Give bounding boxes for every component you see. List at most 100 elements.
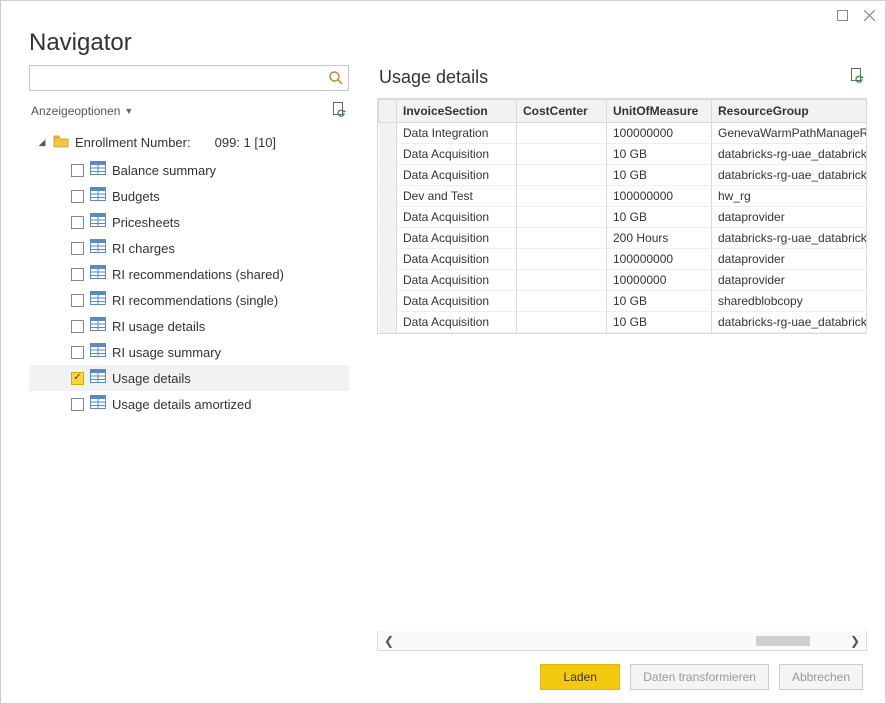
tree-item[interactable]: RI charges	[29, 235, 349, 261]
column-header[interactable]: ResourceGroup	[712, 100, 867, 123]
tree-item[interactable]: Budgets	[29, 183, 349, 209]
table-cell[interactable]: 10 GB	[607, 207, 712, 228]
tree-item[interactable]: Balance summary	[29, 157, 349, 183]
scroll-left-icon[interactable]: ❮	[384, 634, 394, 648]
tree-item[interactable]: Usage details amortized	[29, 391, 349, 417]
table-cell[interactable]	[517, 144, 607, 165]
table-row[interactable]: Data Acquisition 10000000dataprovider	[379, 270, 867, 291]
table-cell[interactable]: 100000000	[607, 249, 712, 270]
maximize-icon[interactable]	[837, 10, 848, 21]
table-row[interactable]: Data Acquisition 200 Hoursdatabricks-rg-u…	[379, 228, 867, 249]
table-cell[interactable]	[517, 186, 607, 207]
table-row[interactable]: Data Acquisition 10 GBsharedblobcopy	[379, 291, 867, 312]
chevron-down-icon: ▼	[124, 106, 133, 116]
search-input-wrapper[interactable]	[29, 65, 349, 91]
table-cell[interactable]: dataprovider	[712, 207, 867, 228]
checkbox[interactable]	[71, 398, 84, 411]
table-cell[interactable]	[517, 249, 607, 270]
column-header[interactable]: UnitOfMeasure	[607, 100, 712, 123]
table-cell[interactable]: Data Acquisition	[397, 270, 517, 291]
table-cell[interactable]: dataprovider	[712, 270, 867, 291]
table-row[interactable]: Data Acquisition 10 GBdatabricks-rg-uae_d…	[379, 144, 867, 165]
table-cell[interactable]	[517, 165, 607, 186]
search-icon[interactable]	[328, 70, 344, 86]
table-cell[interactable]: Data Acquisition	[397, 144, 517, 165]
table-cell[interactable]: 100000000	[607, 123, 712, 144]
tree-item-label: Usage details	[112, 370, 191, 387]
table-cell[interactable]: hw_rg	[712, 186, 867, 207]
tree-item[interactable]: RI usage details	[29, 313, 349, 339]
table-cell[interactable]: dataprovider	[712, 249, 867, 270]
table-cell[interactable]: Data Acquisition	[397, 249, 517, 270]
checkbox[interactable]	[71, 190, 84, 203]
table-cell[interactable]: 100000000	[607, 186, 712, 207]
table-cell[interactable]	[517, 123, 607, 144]
load-button[interactable]: Laden	[540, 664, 620, 690]
horizontal-scrollbar[interactable]: ❮ ❯	[377, 631, 867, 651]
table-cell[interactable]	[517, 228, 607, 249]
scroll-right-icon[interactable]: ❯	[850, 634, 860, 648]
table-row[interactable]: Data Acquisition 100000000dataprovider	[379, 249, 867, 270]
cancel-button[interactable]: Abbrechen	[779, 664, 863, 690]
checkbox[interactable]	[71, 320, 84, 333]
table-row[interactable]: Dev and Test 100000000hw_rg	[379, 186, 867, 207]
row-header-cell	[379, 270, 397, 291]
close-icon[interactable]	[864, 10, 875, 21]
table-cell[interactable]	[517, 207, 607, 228]
table-cell[interactable]: databricks-rg-uae_databricks-	[712, 165, 867, 186]
checkbox[interactable]	[71, 346, 84, 359]
table-cell[interactable]: Data Integration	[397, 123, 517, 144]
tree-root[interactable]: ◢ Enrollment Number: 099: 1 [10]	[29, 130, 349, 155]
tree-item[interactable]: RI usage summary	[29, 339, 349, 365]
scroll-thumb[interactable]	[756, 636, 810, 646]
row-header-cell	[379, 186, 397, 207]
table-cell[interactable]: 10 GB	[607, 165, 712, 186]
checkbox[interactable]: ✓	[71, 372, 84, 385]
tree-item[interactable]: ✓ Usage details	[29, 365, 349, 391]
table-row[interactable]: Data Integration 100000000GenevaWarmPathM…	[379, 123, 867, 144]
table-cell[interactable]: 10 GB	[607, 312, 712, 333]
column-header[interactable]: InvoiceSection	[397, 100, 517, 123]
refresh-icon[interactable]	[331, 101, 347, 120]
table-cell[interactable]: 200 Hours	[607, 228, 712, 249]
table-cell[interactable]	[517, 270, 607, 291]
tree-item[interactable]: RI recommendations (shared)	[29, 261, 349, 287]
tree-item-label: Pricesheets	[112, 214, 180, 231]
table-cell[interactable]: Data Acquisition	[397, 165, 517, 186]
checkbox[interactable]	[71, 294, 84, 307]
column-header[interactable]: CostCenter	[517, 100, 607, 123]
row-header-cell	[379, 249, 397, 270]
checkbox[interactable]	[71, 268, 84, 281]
expand-icon[interactable]: ◢	[37, 137, 47, 148]
table-cell[interactable]	[517, 291, 607, 312]
table-cell[interactable]: Data Acquisition	[397, 207, 517, 228]
table-cell[interactable]: databricks-rg-uae_databricks-	[712, 228, 867, 249]
table-cell[interactable]: Dev and Test	[397, 186, 517, 207]
preview-table[interactable]: InvoiceSectionCostCenterUnitOfMeasureRes…	[378, 99, 867, 333]
tree-item[interactable]: RI recommendations (single)	[29, 287, 349, 313]
preview-refresh-icon[interactable]	[849, 67, 865, 88]
table-row[interactable]: Data Acquisition 10 GBdatabricks-rg-uae_d…	[379, 165, 867, 186]
tree-item[interactable]: Pricesheets	[29, 209, 349, 235]
table-cell[interactable]: Data Acquisition	[397, 312, 517, 333]
table-icon	[90, 369, 106, 387]
table-cell[interactable]: 10 GB	[607, 144, 712, 165]
table-row[interactable]: Data Acquisition 10 GBdatabricks-rg-uae_d…	[379, 312, 867, 333]
table-cell[interactable]	[517, 312, 607, 333]
table-cell[interactable]: databricks-rg-uae_databricks-	[712, 144, 867, 165]
search-input[interactable]	[34, 70, 328, 86]
table-cell[interactable]: GenevaWarmPathManageRG	[712, 123, 867, 144]
scroll-track[interactable]	[400, 636, 844, 646]
transform-button[interactable]: Daten transformieren	[630, 664, 769, 690]
table-cell[interactable]: sharedblobcopy	[712, 291, 867, 312]
table-cell[interactable]: Data Acquisition	[397, 228, 517, 249]
table-cell[interactable]: 10000000	[607, 270, 712, 291]
checkbox[interactable]	[71, 216, 84, 229]
table-cell[interactable]: 10 GB	[607, 291, 712, 312]
display-options-dropdown[interactable]: Anzeigeoptionen ▼	[31, 104, 133, 118]
table-cell[interactable]: databricks-rg-uae_databricks-	[712, 312, 867, 333]
checkbox[interactable]	[71, 164, 84, 177]
table-row[interactable]: Data Acquisition 10 GBdataprovider	[379, 207, 867, 228]
table-cell[interactable]: Data Acquisition	[397, 291, 517, 312]
checkbox[interactable]	[71, 242, 84, 255]
